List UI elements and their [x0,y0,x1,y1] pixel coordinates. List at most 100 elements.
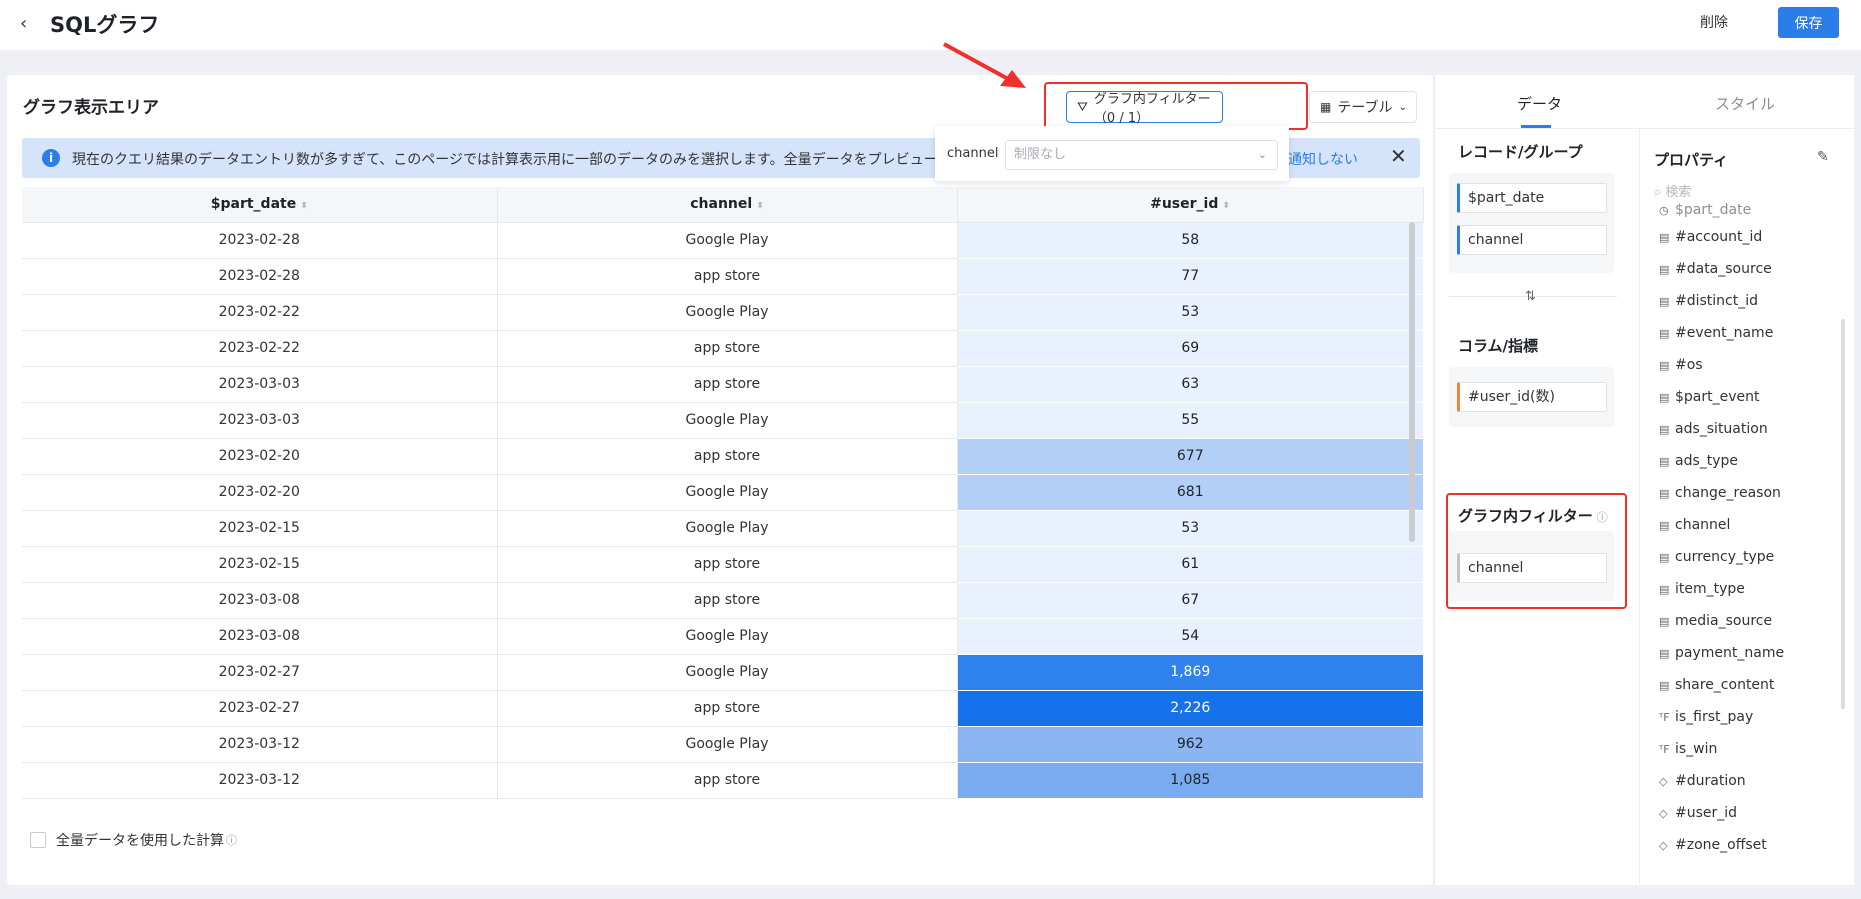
chevron-down-icon: ⌄ [1257,148,1267,161]
cell-channel: Google Play [497,222,958,259]
sort-icon[interactable]: ⬍ [300,201,308,211]
cell-channel: app store [497,690,958,727]
property-type-icon: ▤ [1659,486,1670,500]
delete-button[interactable]: 削除 [1700,12,1728,32]
cell-user-id: 63 [957,366,1423,403]
filter-section-title: グラフ内フィルター ⓘ [1458,507,1608,525]
info-icon: i [42,149,60,167]
property-item[interactable]: ▤ ads_type [1659,445,1829,477]
property-item[interactable]: ▤ item_type [1659,573,1829,605]
metric-section-title: コラム/指標 [1458,337,1539,355]
filter-icon: ⛛ [1077,99,1088,115]
property-type-icon: ▤ [1659,326,1670,340]
property-item[interactable]: ▤ change_reason [1659,477,1829,509]
property-type-icon: ◇ [1659,774,1668,788]
property-item[interactable]: ▤ #event_name [1659,317,1829,349]
popover-field-label: channel [947,146,999,161]
property-type-icon: ▤ [1659,646,1670,660]
property-item[interactable]: ◇ #user_id [1659,797,1829,829]
table-row: 2023-02-20 Google Play 681 [22,474,1423,511]
chart-display-area: グラフ表示エリア ⛛ グラフ内フィルター（0 / 1） ▦ テーブル ⌄ i 現… [7,75,1433,885]
cell-user-id: 53 [957,510,1423,547]
sort-icon[interactable]: ⬍ [1222,201,1230,211]
column-header-part-date[interactable]: $part_date ⬍ [22,187,498,223]
property-item[interactable]: ᵀF is_win [1659,733,1829,765]
property-item[interactable]: ◷ $part_date [1659,199,1829,221]
table-body: 2023-02-28 Google Play 58 2023-02-28 app sto… [22,222,1423,799]
metric-well: #user_id(数) [1449,367,1614,427]
cell-user-id: 61 [957,546,1423,583]
property-type-icon: ▤ [1659,390,1670,404]
cell-part-date: 2023-03-08 [22,582,498,619]
cell-part-date: 2023-02-15 [22,546,498,583]
property-item[interactable]: ▤ share_content [1659,669,1829,701]
property-type-icon: ▤ [1659,550,1670,564]
chevron-left-icon[interactable]: ‹ [20,13,27,34]
group-chip-part-date[interactable]: $part_date [1457,183,1607,213]
property-list: ◷ $part_date ▤ #account_id ▤ #data_source ▤ #di… [1659,199,1829,861]
cell-user-id: 77 [957,258,1423,295]
dont-notify-link[interactable]: 通知しない [1288,149,1358,169]
filter-well: channel [1449,531,1614,601]
property-item[interactable]: ▤ #distinct_id [1659,285,1829,317]
full-data-option: 全量データを使用した計算 ⓘ [30,830,237,850]
edit-icon[interactable]: ✎ [1817,149,1829,165]
property-item[interactable]: ◇ #zone_offset [1659,829,1829,861]
sort-icon[interactable]: ⬍ [756,201,764,211]
swap-icon[interactable]: ⇅ [1525,289,1536,304]
cell-user-id: 55 [957,402,1423,439]
tab-style[interactable]: スタイル [1715,93,1775,114]
column-header-channel[interactable]: channel ⬍ [497,187,958,223]
property-item[interactable]: ▤ #os [1659,349,1829,381]
property-scrollbar[interactable] [1841,319,1845,709]
property-item[interactable]: ▤ #data_source [1659,253,1829,285]
property-name: channel [1675,517,1731,533]
property-item[interactable]: ▤ payment_name [1659,637,1829,669]
in-chart-filter-button[interactable]: ⛛ グラフ内フィルター（0 / 1） [1066,91,1223,126]
cell-part-date: 2023-03-03 [22,366,498,403]
cell-user-id: 962 [957,726,1423,763]
filter-chip-channel[interactable]: channel [1457,553,1607,583]
property-name: $part_event [1675,389,1760,405]
property-item[interactable]: ▤ #account_id [1659,221,1829,253]
banner-text: 現在のクエリ結果のデータエントリ数が多すぎて、このページでは計算表示用に一部のデ… [72,152,938,168]
red-arrow-annotation [943,42,1026,88]
table-row: 2023-02-20 app store 677 [22,438,1423,475]
cell-channel: app store [497,330,958,367]
property-type-icon: ᵀF [1659,710,1670,724]
property-item[interactable]: ◇ #duration [1659,765,1829,797]
property-item[interactable]: ▤ $part_event [1659,381,1829,413]
property-name: ads_situation [1675,421,1768,437]
column-header-user-id[interactable]: #user_id ⬍ [957,187,1424,223]
tab-data[interactable]: データ [1517,93,1562,114]
close-icon[interactable]: ✕ [1390,144,1407,168]
channel-filter-select[interactable]: 制限なし ⌄ [1005,140,1278,170]
save-button[interactable]: 保存 [1778,7,1839,38]
cell-channel: app store [497,762,958,799]
property-item[interactable]: ᵀF is_first_pay [1659,701,1829,733]
property-item[interactable]: ▤ channel [1659,509,1829,541]
property-type-icon: ▤ [1659,518,1670,532]
property-name: #zone_offset [1675,837,1767,853]
property-item[interactable]: ▤ media_source [1659,605,1829,637]
table-scrollbar[interactable] [1409,222,1415,542]
page-title: SQLグラフ [50,13,160,37]
cell-part-date: 2023-02-20 [22,474,498,511]
property-item[interactable]: ▤ currency_type [1659,541,1829,573]
group-chip-channel[interactable]: channel [1457,225,1607,255]
property-item[interactable]: ▤ ads_situation [1659,413,1829,445]
cell-channel: Google Play [497,510,958,547]
table-row: 2023-02-22 app store 69 [22,330,1423,367]
cell-part-date: 2023-02-27 [22,690,498,727]
full-data-checkbox[interactable] [30,832,46,848]
table-view-button[interactable]: ▦ テーブル ⌄ [1309,91,1417,123]
property-search[interactable]: ⌕ 検索 [1654,181,1691,200]
metric-chip-user-id[interactable]: #user_id(数) [1457,382,1607,412]
field-config-column: レコード/グループ $part_date channel ⇅ コラム/指標 #u… [1435,129,1640,885]
cell-user-id: 677 [957,438,1423,475]
property-type-icon: ◷ [1659,203,1669,217]
cell-channel: Google Play [497,618,958,655]
property-name: #user_id [1675,805,1738,821]
property-type-icon: ◇ [1659,838,1668,852]
property-name: is_win [1675,741,1718,757]
